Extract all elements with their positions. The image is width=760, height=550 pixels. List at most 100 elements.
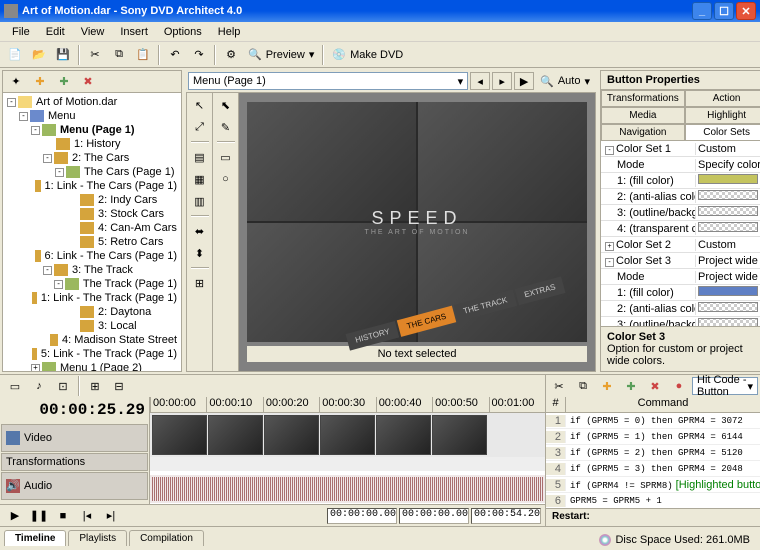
menu-insert[interactable]: Insert (112, 24, 156, 40)
bottom-tab[interactable]: Compilation (129, 530, 204, 546)
script-row[interactable]: 2if (GPRM5 = 1) then GPRM4 = 6144 (546, 429, 760, 445)
undo-button[interactable]: ↶ (164, 44, 186, 66)
menu-file[interactable]: File (4, 24, 38, 40)
bottom-tab[interactable]: Timeline (4, 530, 66, 546)
properties-grid[interactable]: -Color Set 1CustomModeSpecify colors1: (… (601, 141, 760, 326)
menu-options[interactable]: Options (156, 24, 210, 40)
props-tab[interactable]: Color Sets (685, 124, 760, 141)
timeline-ruler[interactable]: 00:00:0000:00:1000:00:2000:00:3000:00:40… (150, 397, 545, 413)
dist-h-icon[interactable]: ⬌ (190, 221, 210, 241)
prop-row[interactable]: +Color Set 2Custom (601, 237, 760, 253)
tree-item[interactable]: 1: History (5, 137, 179, 151)
tc-dur[interactable]: 00:00:54.20 (471, 508, 541, 524)
tool-d-icon[interactable]: ○ (216, 169, 236, 189)
tc-in[interactable]: 00:00:00.00 (327, 508, 397, 524)
prop-row[interactable]: 1: (fill color) (601, 173, 760, 189)
tree-del-icon[interactable]: ✖ (77, 71, 99, 93)
tree-add-icon[interactable]: ✚ (29, 71, 51, 93)
end-button[interactable]: ▸| (100, 505, 122, 527)
tree-item[interactable]: 3: Local (5, 319, 179, 333)
minimize-button[interactable]: _ (692, 2, 712, 20)
tool-a-icon[interactable]: ⬉ (216, 95, 236, 115)
prop-row[interactable]: 1: (fill color) (601, 285, 760, 301)
tl-tool4-icon[interactable]: ⊞ (84, 375, 106, 397)
script-dropdown[interactable]: Hit Code - Button▾ (692, 377, 758, 395)
dist-v-icon[interactable]: ⬍ (190, 243, 210, 263)
script-grid[interactable]: # Command 1if (GPRM5 = 0) then GPRM4 = 3… (546, 397, 760, 508)
start-button[interactable]: |◂ (76, 505, 98, 527)
script-row[interactable]: 3if (GPRM5 = 2) then GPRM4 = 5120 (546, 445, 760, 461)
props-tab[interactable]: Action (685, 90, 760, 107)
props-tab[interactable]: Highlight (685, 107, 760, 124)
size-tool-icon[interactable]: ⤢ (190, 117, 210, 137)
menu-edit[interactable]: Edit (38, 24, 73, 40)
redo-button[interactable]: ↷ (188, 44, 210, 66)
nav-back-button[interactable]: ◂ (470, 72, 490, 90)
tree-item[interactable]: 5: Link - The Track (Page 1) (5, 347, 179, 361)
tree-item[interactable]: 3: Stock Cars (5, 207, 179, 221)
zoom-dropdown[interactable]: 🔍 Auto ▾ (536, 75, 594, 88)
align-right-icon[interactable]: ▥ (190, 191, 210, 211)
tree-item[interactable]: -Menu (Page 1) (5, 123, 179, 137)
tool-button[interactable]: ⚙ (220, 44, 242, 66)
tree-item[interactable]: 1: Link - The Track (Page 1) (5, 291, 179, 305)
pause-button[interactable]: ❚❚ (28, 505, 50, 527)
props-tab[interactable]: Transformations (601, 90, 685, 107)
tool-b-icon[interactable]: ✎ (216, 117, 236, 137)
prop-row[interactable]: 2: (anti-alias color) (601, 189, 760, 205)
tree-item[interactable]: 2: Daytona (5, 305, 179, 319)
tree-item[interactable]: -Menu (5, 109, 179, 123)
sp-del-icon[interactable]: ✖ (644, 375, 666, 397)
paste-button[interactable]: 📋 (132, 44, 154, 66)
bottom-tab[interactable]: Playlists (68, 530, 127, 546)
script-row[interactable]: 5if (GPRM4 != SPRM8) [Highlighted butto (546, 477, 760, 493)
sp-add2-icon[interactable]: ✚ (620, 375, 642, 397)
tl-tool3-icon[interactable]: ⊡ (52, 375, 74, 397)
tree-item[interactable]: -The Track (Page 1) (5, 277, 179, 291)
tool-c-icon[interactable]: ▭ (216, 147, 236, 167)
tree-item[interactable]: 6: Link - The Cars (Page 1) (5, 249, 179, 263)
tl-tool2-icon[interactable]: ♪ (28, 375, 50, 397)
make-dvd-button[interactable]: 💿 Make DVD (328, 48, 407, 61)
props-tab[interactable]: Media (601, 107, 685, 124)
prop-row[interactable]: ModeProject wide (601, 269, 760, 285)
select-tool-icon[interactable]: ↖ (190, 95, 210, 115)
tree-item[interactable]: 2: Indy Cars (5, 193, 179, 207)
stop-button[interactable]: ■ (52, 505, 74, 527)
tc-out[interactable]: 00:00:00.00 (399, 508, 469, 524)
script-row[interactable]: 4if (GPRM5 = 3) then GPRM4 = 2048 (546, 461, 760, 477)
cut-button[interactable]: ✂ (84, 44, 106, 66)
sp-copy-icon[interactable]: ⧉ (572, 375, 594, 397)
audio-track-header[interactable]: 🔊Audio (1, 472, 148, 500)
video-track[interactable] (150, 413, 545, 457)
nav-play-button[interactable]: ▶ (514, 72, 534, 90)
menu-help[interactable]: Help (210, 24, 249, 40)
tree-item[interactable]: 1: Link - The Cars (Page 1) (5, 179, 179, 193)
tl-tool-icon[interactable]: ▭ (4, 375, 26, 397)
copy-button[interactable]: ⧉ (108, 44, 130, 66)
script-row[interactable]: 6GPRM5 = GPRM5 + 1 (546, 493, 760, 508)
open-button[interactable]: 📂 (28, 44, 50, 66)
new-button[interactable]: 📄 (4, 44, 26, 66)
sp-add-icon[interactable]: ✚ (596, 375, 618, 397)
prop-row[interactable]: 3: (outline/backgrou... (601, 317, 760, 326)
prop-row[interactable]: -Color Set 3Project wide (601, 253, 760, 269)
dvd-menu-preview[interactable]: SPEED THE ART OF MOTION HISTORYTHE CARST… (247, 102, 587, 342)
prop-row[interactable]: 4: (transparent color) (601, 221, 760, 237)
tree-item[interactable]: -Art of Motion.dar (5, 95, 179, 109)
page-dropdown[interactable]: Menu (Page 1)▾ (188, 72, 468, 90)
save-button[interactable]: 💾 (52, 44, 74, 66)
tree-dup-icon[interactable]: ✚ (53, 71, 75, 93)
prop-row[interactable]: ModeSpecify colors (601, 157, 760, 173)
align-center-icon[interactable]: ▦ (190, 169, 210, 189)
sp-cut-icon[interactable]: ✂ (548, 375, 570, 397)
project-tree[interactable]: -Art of Motion.dar-Menu-Menu (Page 1)1: … (3, 93, 181, 371)
tree-item[interactable]: -2: The Cars (5, 151, 179, 165)
props-tab[interactable]: Navigation (601, 124, 685, 141)
prop-row[interactable]: 3: (outline/backgrou... (601, 205, 760, 221)
sp-rec-icon[interactable]: ● (668, 375, 690, 397)
script-row[interactable]: 1if (GPRM5 = 0) then GPRM4 = 3072 (546, 413, 760, 429)
tree-tool-icon[interactable]: ✦ (5, 71, 27, 93)
maximize-button[interactable]: ☐ (714, 2, 734, 20)
tree-item[interactable]: 5: Retro Cars (5, 235, 179, 249)
